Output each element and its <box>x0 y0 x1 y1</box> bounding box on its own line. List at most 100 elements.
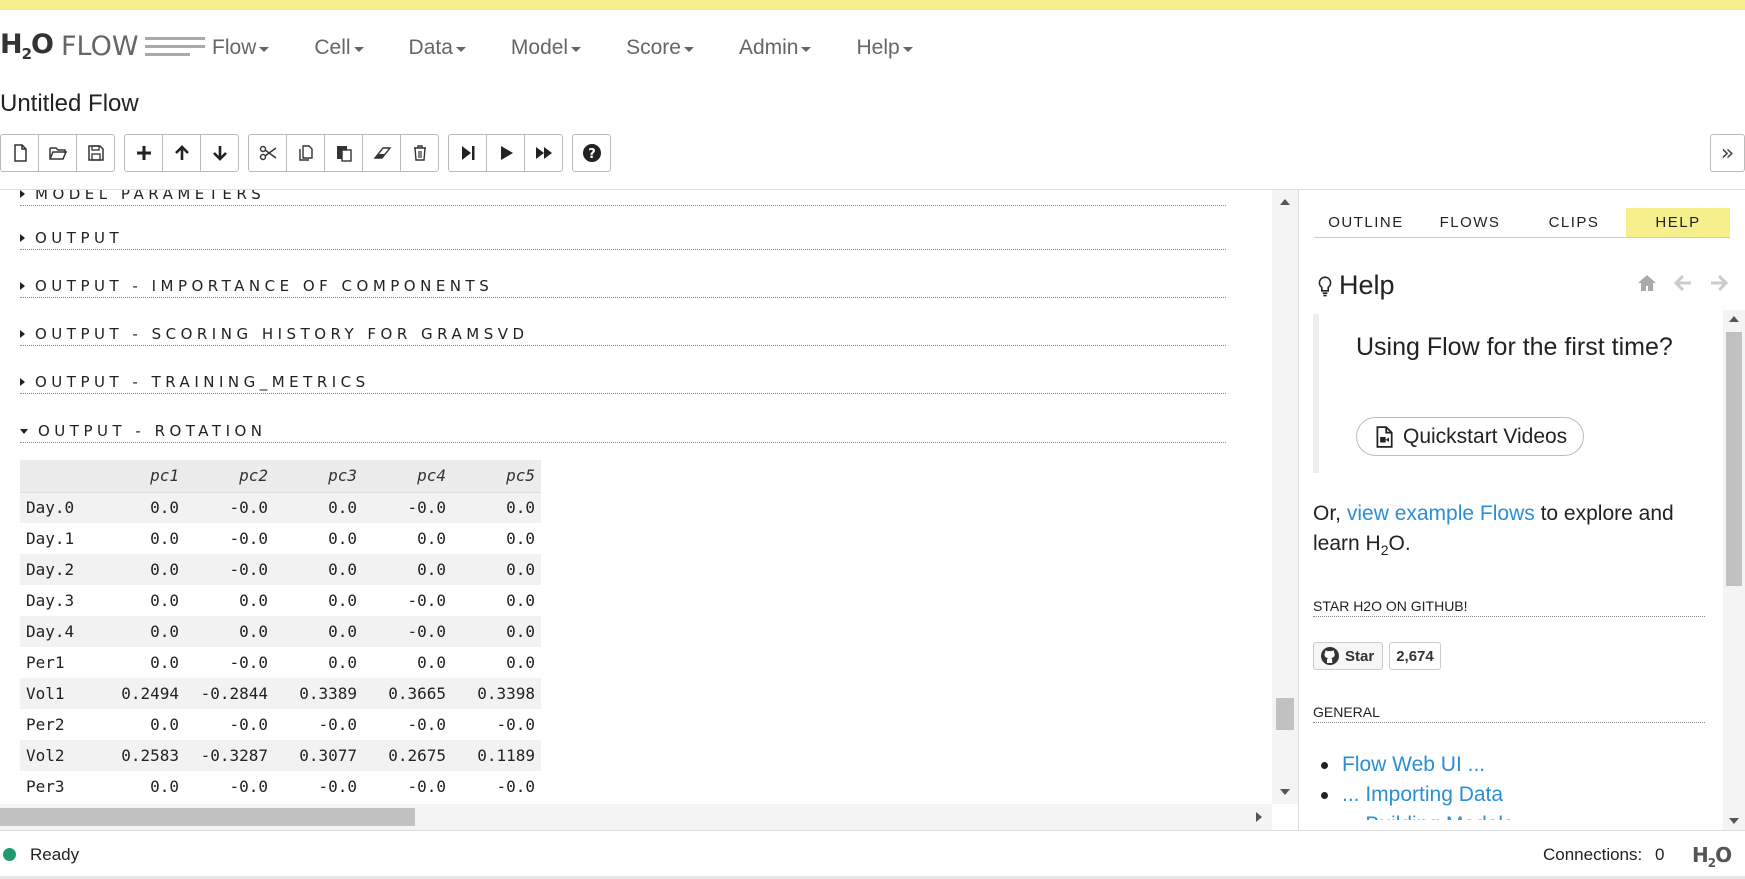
menu-help[interactable]: Help <box>856 36 913 60</box>
new-flow-button[interactable] <box>0 134 39 172</box>
scroll-thumb[interactable] <box>0 808 415 826</box>
table-cell: -0.0 <box>318 777 357 796</box>
general-links-list: Flow Web UI ... ... Importing Data ... B… <box>1321 750 1514 820</box>
h2o-flow-logo[interactable]: H2O FLOW <box>0 26 205 66</box>
scroll-thumb[interactable] <box>1276 698 1294 730</box>
table-cell: -0.0 <box>496 777 535 796</box>
arrow-left-icon[interactable] <box>1671 272 1695 294</box>
section-rotation[interactable]: OUTPUT - ROTATION <box>20 419 1226 443</box>
caret-down-icon <box>353 47 364 52</box>
first-time-callout: Using Flow for the first time? Quickstar… <box>1313 314 1705 473</box>
table-header-row: pc1 pc2 pc3 pc4 pc5 <box>20 460 541 493</box>
logo-h2o-text: H2O <box>0 29 54 63</box>
table-row: Day.4 0.0 0.0 0.0 -0.0 0.0 <box>20 616 541 647</box>
toggle-sidebar-button[interactable]: » <box>1710 134 1745 172</box>
section-model-parameters[interactable]: MODEL PARAMETERS <box>20 190 1226 206</box>
copy-cell-button[interactable] <box>286 134 325 172</box>
insert-cell-button[interactable] <box>124 134 163 172</box>
scroll-up-icon[interactable] <box>1280 199 1290 205</box>
scroll-right-icon[interactable] <box>1256 812 1262 822</box>
table-cell: 0.0 <box>417 653 446 672</box>
menu-data[interactable]: Data <box>409 36 466 60</box>
table-cell: 0.0 <box>239 591 268 610</box>
trash-icon <box>413 145 426 161</box>
table-cell: 0.0 <box>150 653 179 672</box>
help-vertical-scrollbar[interactable] <box>1723 310 1745 830</box>
row-label-cell: Per3 <box>26 777 65 796</box>
scroll-thumb[interactable] <box>1726 332 1742 586</box>
main-menu: Flow Cell Data Model Score Admin Help <box>212 36 958 60</box>
row-label-cell: Vol2 <box>26 746 65 765</box>
scroll-up-icon[interactable] <box>1729 316 1739 322</box>
table-cell: 0.0 <box>150 498 179 518</box>
table-cell: 0.0 <box>506 498 535 518</box>
flow-title[interactable]: Untitled Flow <box>0 90 139 118</box>
table-cell: -0.0 <box>229 560 268 579</box>
scroll-down-icon[interactable] <box>1280 789 1290 795</box>
help-link-flow-web-ui[interactable]: Flow Web UI ... <box>1321 750 1514 780</box>
tab-help[interactable]: HELP <box>1626 208 1730 238</box>
github-star-count[interactable]: 2,674 <box>1389 642 1441 670</box>
github-star-button[interactable]: Star <box>1313 642 1384 670</box>
github-star-widget: Star 2,674 <box>1313 642 1441 670</box>
run-to-cell-button[interactable] <box>448 134 487 172</box>
section-output[interactable]: OUTPUT <box>20 226 1226 250</box>
table-cell: 0.0 <box>150 560 179 579</box>
open-flow-button[interactable] <box>38 134 77 172</box>
paste-cell-button[interactable] <box>324 134 363 172</box>
save-flow-button[interactable] <box>76 134 115 172</box>
table-cell: -0.0 <box>407 498 446 518</box>
table-cell: 0.0 <box>506 622 535 641</box>
menu-flow[interactable]: Flow <box>212 36 270 60</box>
run-cell-button[interactable] <box>486 134 525 172</box>
help-link-importing-data[interactable]: ... Importing Data <box>1321 780 1514 810</box>
row-label-cell: Per1 <box>26 653 65 672</box>
general-heading: GENERAL <box>1313 704 1705 723</box>
move-cell-up-button[interactable] <box>162 134 201 172</box>
table-cell: -0.3287 <box>200 746 268 765</box>
assist-button[interactable]: ? <box>572 134 611 172</box>
table-cell: 0.0 <box>150 622 179 641</box>
arrow-right-icon[interactable] <box>1707 272 1731 294</box>
home-icon[interactable] <box>1635 272 1659 294</box>
cut-cell-button[interactable] <box>248 134 287 172</box>
section-importance-of-components[interactable]: OUTPUT - IMPORTANCE OF COMPONENTS <box>20 274 1226 298</box>
help-content: Using Flow for the first time? Quickstar… <box>1313 314 1705 820</box>
menu-cell[interactable]: Cell <box>314 36 364 60</box>
table-row: Per1 0.0 -0.0 0.0 0.0 0.0 <box>20 647 541 678</box>
row-label-cell: Day.1 <box>26 529 75 548</box>
menu-score[interactable]: Score <box>626 36 694 60</box>
table-row: Day.2 0.0 -0.0 0.0 0.0 0.0 <box>20 554 541 585</box>
table-cell: 0.0 <box>417 560 446 579</box>
table-cell: 0.0 <box>150 715 179 734</box>
run-button-group <box>448 134 563 174</box>
row-label-cell: Day.2 <box>26 560 75 579</box>
table-row: Vol2 0.2583 -0.3287 0.3077 0.2675 0.1189 <box>20 740 541 771</box>
table-row: Day.1 0.0 -0.0 0.0 0.0 0.0 <box>20 523 541 554</box>
tab-outline[interactable]: OUTLINE <box>1314 208 1418 238</box>
section-scoring-history[interactable]: OUTPUT - SCORING HISTORY FOR GRAMSVD <box>20 322 1226 346</box>
menu-admin[interactable]: Admin <box>739 36 812 60</box>
help-link-building-models[interactable]: ... Building Models <box>1321 810 1514 820</box>
view-example-flows-link[interactable]: view example Flows <box>1347 502 1535 525</box>
delete-cell-button[interactable] <box>400 134 439 172</box>
table-cell: 0.0 <box>328 560 357 579</box>
notebook-vertical-scrollbar[interactable] <box>1272 190 1298 804</box>
table-row: Vol1 0.2494 -0.2844 0.3389 0.3665 0.3398 <box>20 678 541 709</box>
move-cell-down-button[interactable] <box>200 134 239 172</box>
example-flows-text: Or, view example Flows to explore and le… <box>1313 502 1674 559</box>
tab-clips[interactable]: CLIPS <box>1522 208 1626 238</box>
notebook-horizontal-scrollbar[interactable] <box>0 804 1272 830</box>
paste-icon <box>336 146 352 162</box>
table-cell: -0.0 <box>229 653 268 672</box>
table-cell: -0.2844 <box>200 684 268 703</box>
quickstart-videos-button[interactable]: Quickstart Videos <box>1356 417 1585 456</box>
tab-flows[interactable]: FLOWS <box>1418 208 1522 238</box>
clear-cell-button[interactable] <box>362 134 401 172</box>
section-training-metrics[interactable]: OUTPUT - TRAINING_METRICS <box>20 370 1226 394</box>
table-cell: 0.1189 <box>477 746 535 765</box>
table-cell: 0.0 <box>328 622 357 641</box>
menu-model[interactable]: Model <box>511 36 582 60</box>
scroll-down-icon[interactable] <box>1729 818 1739 824</box>
run-all-button[interactable] <box>524 134 563 172</box>
